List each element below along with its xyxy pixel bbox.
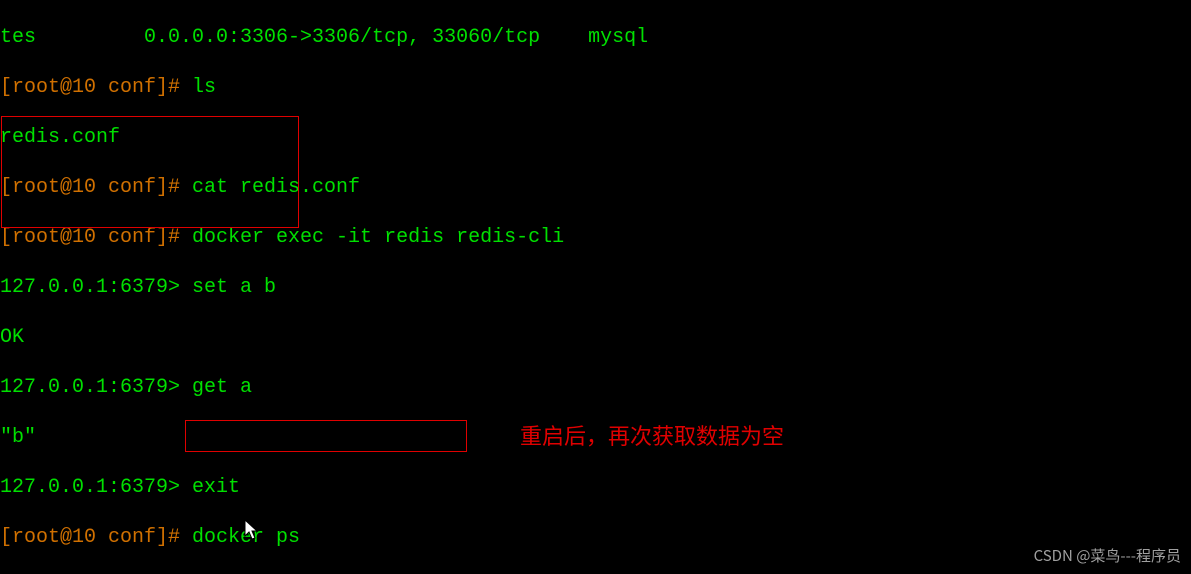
command-text: docker exec -it redis redis-cli	[192, 226, 564, 249]
command-text: cat redis.conf	[192, 176, 360, 199]
shell-prompt: [root@10 conf]#	[0, 526, 192, 549]
command-text: docker ps	[192, 526, 300, 549]
redis-prompt: 127.0.0.1:6379>	[0, 376, 192, 399]
redis-prompt: 127.0.0.1:6379>	[0, 476, 192, 499]
shell-prompt: [root@10 conf]#	[0, 226, 192, 249]
prompt-line: [root@10 conf]# docker exec -it redis re…	[0, 225, 1191, 250]
redis-prompt: 127.0.0.1:6379>	[0, 276, 192, 299]
output-line: tes 0.0.0.0:3306->3306/tcp, 33060/tcp my…	[0, 25, 1191, 50]
annotation-text: 重启后，再次获取数据为空	[520, 423, 784, 448]
prompt-line: [root@10 conf]# docker ps	[0, 525, 1191, 550]
output-line: redis.conf	[0, 125, 1191, 150]
redis-prompt-line: 127.0.0.1:6379> set a b	[0, 275, 1191, 300]
output-line: OK	[0, 325, 1191, 350]
redis-command: set a b	[192, 276, 276, 299]
redis-prompt-line: 127.0.0.1:6379> get a	[0, 375, 1191, 400]
redis-command: get a	[192, 376, 252, 399]
shell-prompt: [root@10 conf]#	[0, 176, 192, 199]
redis-command: exit	[192, 476, 240, 499]
redis-prompt-line: 127.0.0.1:6379> exit	[0, 475, 1191, 500]
prompt-line: [root@10 conf]# ls	[0, 75, 1191, 100]
watermark-text: CSDN @菜鸟---程序员	[1034, 543, 1181, 568]
terminal-output[interactable]: tes 0.0.0.0:3306->3306/tcp, 33060/tcp my…	[0, 0, 1191, 574]
shell-prompt: [root@10 conf]#	[0, 76, 192, 99]
command-text: ls	[192, 76, 216, 99]
prompt-line: [root@10 conf]# cat redis.conf	[0, 175, 1191, 200]
